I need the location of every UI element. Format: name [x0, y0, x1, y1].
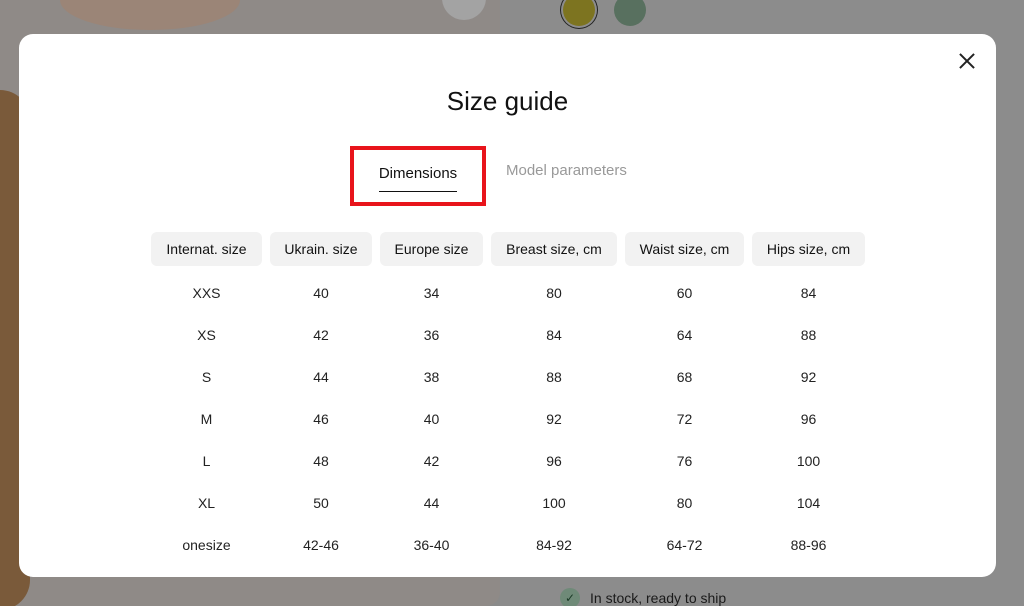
table-cell: 88	[546, 369, 562, 385]
table-cell: XL	[197, 495, 216, 511]
table-row: L 48 42 96 76 100	[151, 440, 865, 482]
table-cell: 88-96	[790, 537, 827, 553]
table-cell: 42	[313, 327, 329, 343]
table-cell: 80	[676, 495, 693, 511]
table-cell: 72	[676, 411, 693, 427]
photo-favorite-button[interactable]	[442, 0, 486, 20]
table-cell: 40	[423, 411, 440, 427]
size-guide-modal: Size guide Dimensions Model parameters I…	[19, 34, 996, 577]
table-cell: 60	[676, 285, 693, 301]
header-hips-size: Hips size, cm	[752, 232, 865, 266]
table-row: XS 42 36 84 64 88	[151, 314, 865, 356]
table-cell: 64-72	[666, 537, 703, 553]
table-cell: 80	[546, 285, 562, 301]
header-ukrain-size: Ukrain. size	[270, 232, 372, 266]
table-cell: S	[201, 369, 212, 385]
stock-status: ✓ In stock, ready to ship	[560, 588, 726, 606]
table-cell: 104	[796, 495, 821, 511]
table-cell: 100	[796, 453, 821, 469]
header-internat-size: Internat. size	[151, 232, 262, 266]
table-cell: 68	[676, 369, 693, 385]
check-icon: ✓	[560, 588, 580, 606]
header-waist-size: Waist size, cm	[625, 232, 744, 266]
table-row: M 46 40 92 72 96	[151, 398, 865, 440]
table-cell: 42-46	[303, 537, 339, 553]
table-cell: 44	[313, 369, 329, 385]
table-row: onesize 42-46 36-40 84-92 64-72 88-96	[151, 524, 865, 566]
size-guide-tabs: Dimensions Model parameters	[350, 146, 627, 206]
table-cell: 84	[546, 327, 562, 343]
table-body: XXS 40 34 80 60 84 XS 42 36 84 64 88 S 4…	[151, 272, 865, 566]
table-cell: 40	[313, 285, 329, 301]
table-cell: onesize	[182, 537, 231, 553]
table-cell: 42	[423, 453, 440, 469]
table-cell: 44	[423, 495, 440, 511]
table-header: Internat. size Ukrain. size Europe size …	[151, 232, 865, 266]
table-cell: XXS	[192, 285, 221, 301]
table-cell: 38	[423, 369, 440, 385]
tab-dimensions[interactable]: Dimensions	[378, 165, 458, 192]
active-tab-highlight: Dimensions	[350, 146, 486, 206]
stock-status-text: In stock, ready to ship	[590, 590, 727, 606]
table-cell: 92	[800, 369, 817, 385]
table-cell: XS	[197, 327, 216, 343]
header-europe-size: Europe size	[380, 232, 483, 266]
table-row: XL 50 44 100 80 104	[151, 482, 865, 524]
table-cell: 96	[800, 411, 817, 427]
photo-detail	[60, 0, 240, 30]
table-cell: 64	[676, 327, 693, 343]
table-cell: 84	[800, 285, 817, 301]
table-cell: 34	[423, 285, 440, 301]
table-cell: 50	[313, 495, 329, 511]
tab-model-parameters[interactable]: Model parameters	[506, 162, 627, 179]
table-cell: 46	[313, 411, 329, 427]
table-cell: M	[200, 411, 213, 427]
table-cell: 76	[676, 453, 693, 469]
table-cell: 36	[423, 327, 440, 343]
table-cell: 88	[800, 327, 817, 343]
size-table: Internat. size Ukrain. size Europe size …	[151, 232, 865, 566]
table-row: XXS 40 34 80 60 84	[151, 272, 865, 314]
table-cell: 36-40	[413, 537, 450, 553]
table-cell: 92	[546, 411, 562, 427]
table-cell: L	[202, 453, 211, 469]
table-cell: 48	[313, 453, 329, 469]
table-row: S 44 38 88 68 92	[151, 356, 865, 398]
header-breast-size: Breast size, cm	[491, 232, 617, 266]
modal-title: Size guide	[446, 86, 569, 116]
table-cell: 84-92	[536, 537, 572, 553]
table-cell: 96	[546, 453, 562, 469]
close-icon[interactable]	[956, 50, 978, 72]
table-cell: 100	[542, 495, 566, 511]
